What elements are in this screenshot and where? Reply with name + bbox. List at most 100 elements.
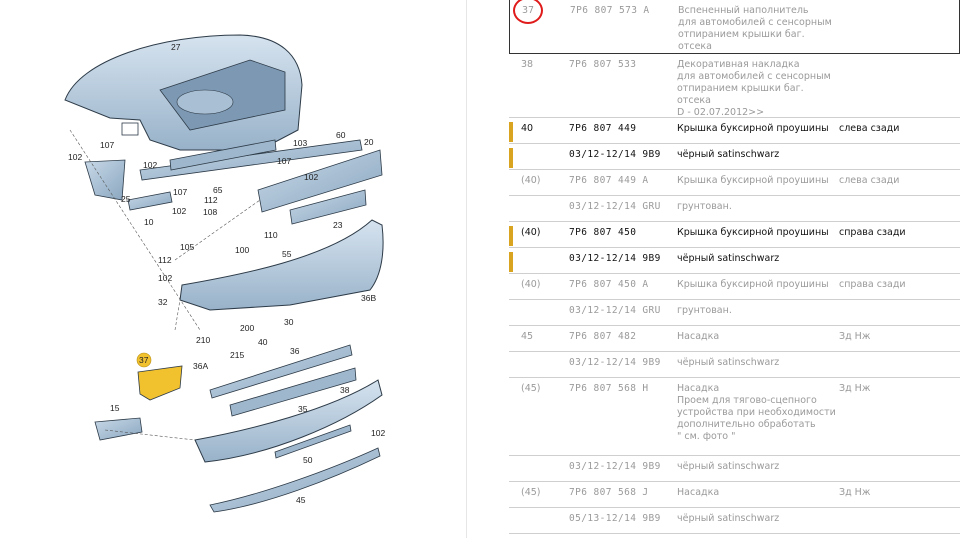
parts-table-row[interactable]: 03/12-12/14 9B9 чёрный satinschwarz <box>509 352 960 378</box>
position-number: (45) <box>521 383 541 394</box>
parts-table-row[interactable]: (40) 7P6 807 450 Крышка буксирной проушины… <box>509 222 960 248</box>
position-number: (40) <box>521 227 541 238</box>
part-side: Зд Нж <box>839 331 871 342</box>
exploded-view-svg: 27 107 102 25 102 107 112 108 102 10 105… <box>64 34 385 513</box>
part-description: чёрный satinschwarz <box>677 461 780 472</box>
part-description: чёрный satinschwarz <box>677 253 780 264</box>
position-number: 37 <box>522 5 535 16</box>
part-description: Насадка Проем для тягово-сцепного устрой… <box>677 383 836 442</box>
callout-label: 36 <box>290 346 300 356</box>
callout-label: 10 <box>144 217 154 227</box>
part-number: 05/13-12/14 9B9 <box>569 513 661 524</box>
part-description: Вспененный наполнитель для автомобилей с… <box>678 5 832 52</box>
callout-label: 37 <box>139 355 149 365</box>
part-number: 03/12-12/14 GRU <box>569 305 661 316</box>
parts-table-row[interactable]: 40 7P6 807 449 Крышка буксирной проушины сл… <box>509 118 960 144</box>
callout-badge-37[interactable]: 37 <box>136 352 152 368</box>
callout-label: 60 <box>336 130 346 140</box>
callout-label: 25 <box>121 194 131 204</box>
callout-label: 30 <box>284 317 294 327</box>
position-number: (40) <box>521 279 541 290</box>
callout-label: 65 <box>213 185 223 195</box>
availability-marker <box>509 252 513 272</box>
callout-label: 45 <box>296 495 306 505</box>
callout-label: 102 <box>158 273 172 283</box>
bracket-part <box>94 417 143 441</box>
part-side: слева сзади <box>839 123 900 134</box>
parts-table-row[interactable]: (45) 7P6 807 568 J Насадка Зд Нж <box>509 482 960 508</box>
parts-table-row[interactable]: 03/12-12/14 GRU грунтован. <box>509 196 960 222</box>
part-number: 7P6 807 568 H <box>569 383 649 394</box>
part-number: 03/12-12/14 GRU <box>569 201 661 212</box>
bracket-part <box>84 159 126 201</box>
part-number: 7P6 807 533 <box>569 59 637 70</box>
callout-label: 100 <box>235 245 249 255</box>
callout-label: 50 <box>303 455 313 465</box>
callout-label: 108 <box>203 207 217 217</box>
parts-table-row[interactable]: 45 7P6 807 482 Насадка Зд Нж <box>509 326 960 352</box>
part-side: слева сзади <box>839 175 900 186</box>
part-description: Крышка буксирной проушины <box>677 175 829 186</box>
callout-label: 35 <box>298 404 308 414</box>
callout-label: 105 <box>180 242 194 252</box>
callout-label: 102 <box>143 160 157 170</box>
availability-marker <box>509 148 513 168</box>
part-description: чёрный satinschwarz <box>677 149 780 160</box>
callout-label: 32 <box>158 297 168 307</box>
parts-table-row[interactable]: 03/12-12/14 9B9 чёрный satinschwarz <box>509 144 960 170</box>
position-number: (40) <box>521 175 541 186</box>
part-side: справа сзади <box>839 227 906 238</box>
parts-table-row[interactable]: 05/13-12/14 9B9 чёрный satinschwarz <box>509 508 960 534</box>
callout-label: 210 <box>196 335 210 345</box>
callout-label: 102 <box>68 152 82 162</box>
parts-table-row[interactable]: 38 7P6 807 533 Декоративная накладка для а… <box>509 54 960 118</box>
parts-table-row[interactable]: (40) 7P6 807 449 A Крышка буксирной проуши… <box>509 170 960 196</box>
position-number: 45 <box>521 331 534 342</box>
parts-table-row[interactable]: (40) 7P6 807 450 A Крышка буксирной проуши… <box>509 274 960 300</box>
part-number: 7P6 807 449 <box>569 123 637 134</box>
part-description: грунтован. <box>677 305 732 316</box>
part-description: Насадка <box>677 487 720 498</box>
callout-label: 27 <box>171 42 181 52</box>
callout-label: 200 <box>240 323 254 333</box>
bumper-cover-part <box>179 219 384 311</box>
part-description: чёрный satinschwarz <box>677 513 780 524</box>
parts-table-row[interactable]: 37 7P6 807 573 A Вспененный наполнитель дл… <box>509 0 960 54</box>
part-number: 7P6 807 568 J <box>569 487 649 498</box>
part-number: 03/12-12/14 9B9 <box>569 149 661 160</box>
callout-label: 102 <box>304 172 318 182</box>
position-number: 38 <box>521 59 534 70</box>
part-side: справа сзади <box>839 279 906 290</box>
part-description: грунтован. <box>677 201 732 212</box>
callout-label: 36B <box>361 293 376 303</box>
availability-marker <box>509 226 513 246</box>
part-description: чёрный satinschwarz <box>677 357 780 368</box>
part-number: 7P6 807 482 <box>569 331 637 342</box>
callout-label: 107 <box>277 156 291 166</box>
part-number: 7P6 807 450 <box>569 227 637 238</box>
part-number: 7P6 807 573 A <box>570 5 650 16</box>
part-description: Декоративная накладка для автомобилей с … <box>677 59 831 118</box>
part-number: 03/12-12/14 9B9 <box>569 253 661 264</box>
bracket-part <box>127 191 173 211</box>
availability-marker <box>509 122 513 142</box>
parts-table-row[interactable]: 03/12-12/14 GRU грунтован. <box>509 300 960 326</box>
callout-label: 110 <box>264 230 278 240</box>
callout-label: 112 <box>158 255 172 265</box>
part-number: 7P6 807 449 A <box>569 175 649 186</box>
part-number: 03/12-12/14 9B9 <box>569 461 661 472</box>
callout-label: 107 <box>173 187 187 197</box>
callout-label: 102 <box>172 206 186 216</box>
part-number: 7P6 807 450 A <box>569 279 649 290</box>
parts-table-row[interactable]: 03/12-12/14 9B9 чёрный satinschwarz <box>509 456 960 482</box>
callout-label: 107 <box>100 140 114 150</box>
callout-label: 36A <box>193 361 208 371</box>
position-number: (45) <box>521 487 541 498</box>
parts-table-row[interactable]: 03/12-12/14 9B9 чёрный satinschwarz <box>509 248 960 274</box>
callout-label: 55 <box>282 249 292 259</box>
car-body-part <box>64 34 303 151</box>
part-description: Крышка буксирной проушины <box>677 123 829 134</box>
foam-filler-part <box>137 365 183 401</box>
part-side: Зд Нж <box>839 487 871 498</box>
parts-table-row[interactable]: (45) 7P6 807 568 H Насадка Проем для тягов… <box>509 378 960 456</box>
